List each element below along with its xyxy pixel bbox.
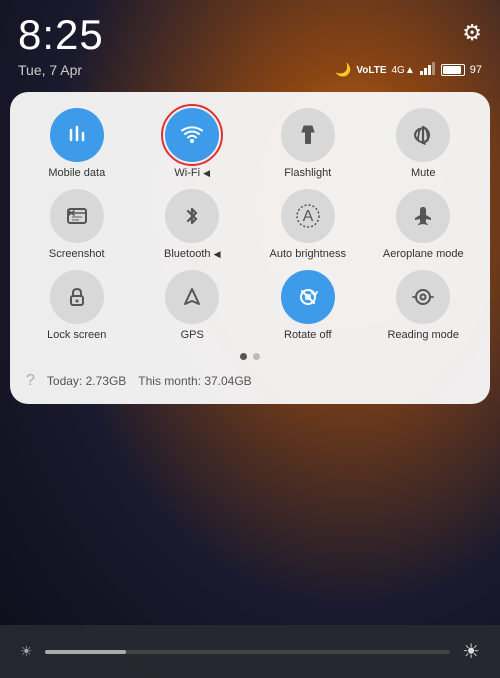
signal-icon: 4G▲ [392,65,415,76]
lock-screen-label: Lock screen [47,329,106,341]
today-data: Today: 2.73GB [47,374,126,388]
reading-mode-button[interactable] [396,270,450,324]
flashlight-button[interactable] [281,108,335,162]
aeroplane-label: Aeroplane mode [383,248,464,260]
quick-item-auto-brightness[interactable]: A Auto brightness [253,189,363,260]
month-data: This month: 37.04GB [138,374,251,388]
quick-item-lock-screen[interactable]: Lock screen [22,270,132,341]
auto-brightness-label: Auto brightness [270,248,346,260]
battery-icon [441,64,465,76]
quick-item-rotate-off[interactable]: Rotate off [253,270,363,341]
brightness-high-icon: ☀ [462,639,480,664]
wifi-button[interactable] [165,108,219,162]
dot-1 [240,353,247,360]
rotate-off-label: Rotate off [284,329,332,341]
quick-grid: Mobile data Wi-Fi ◀ [22,108,478,341]
brightness-fill [45,650,126,654]
status-bar: 8:25 ⚙ [0,0,500,60]
quick-item-mute[interactable]: Mute [369,108,479,179]
mute-button[interactable] [396,108,450,162]
svg-text:A: A [302,208,313,225]
aeroplane-button[interactable] [396,189,450,243]
settings-icon[interactable]: ⚙ [462,20,482,46]
rotate-off-button[interactable] [281,270,335,324]
quick-item-gps[interactable]: GPS [138,270,248,341]
brightness-bar: ☀ ☀ [0,625,500,678]
clock: 8:25 [18,14,104,56]
date-row: Tue, 7 Apr 🌙 VoLTE 4G▲ 97 [0,60,500,88]
date-display: Tue, 7 Apr [18,62,82,78]
gps-button[interactable] [165,270,219,324]
auto-brightness-button[interactable]: A [281,189,335,243]
lock-screen-button[interactable] [50,270,104,324]
data-usage-row: ? Today: 2.73GB This month: 37.04GB [22,370,478,392]
battery-percent: 97 [470,64,482,76]
bluetooth-button[interactable] [165,189,219,243]
quick-item-aeroplane[interactable]: Aeroplane mode [369,189,479,260]
moon-icon: 🌙 [335,62,351,78]
quick-item-wifi[interactable]: Wi-Fi ◀ [138,108,248,179]
mobile-data-label: Mobile data [48,167,105,179]
page-dots [22,353,478,360]
status-icons: 🌙 VoLTE 4G▲ 97 [335,62,482,78]
reading-mode-label: Reading mode [387,329,459,341]
quick-item-screenshot[interactable]: Screenshot [22,189,132,260]
brightness-slider[interactable] [45,650,451,654]
mute-label: Mute [411,167,435,179]
quick-settings-panel: Mobile data Wi-Fi ◀ [10,92,490,404]
quick-item-mobile-data[interactable]: Mobile data [22,108,132,179]
quick-item-bluetooth[interactable]: Bluetooth ◀ [138,189,248,260]
quick-item-reading-mode[interactable]: Reading mode [369,270,479,341]
screenshot-button[interactable] [50,189,104,243]
mobile-data-button[interactable] [50,108,104,162]
data-usage-icon: ? [26,372,35,390]
dot-2 [253,353,260,360]
gps-label: GPS [181,329,204,341]
volte-icon: VoLTE [356,65,386,76]
flashlight-label: Flashlight [284,167,331,179]
signal-bars-icon [420,62,436,78]
screenshot-label: Screenshot [49,248,105,260]
wifi-label: Wi-Fi ◀ [174,167,210,179]
brightness-low-icon: ☀ [20,643,33,660]
quick-item-flashlight[interactable]: Flashlight [253,108,363,179]
bluetooth-label: Bluetooth ◀ [164,248,220,260]
